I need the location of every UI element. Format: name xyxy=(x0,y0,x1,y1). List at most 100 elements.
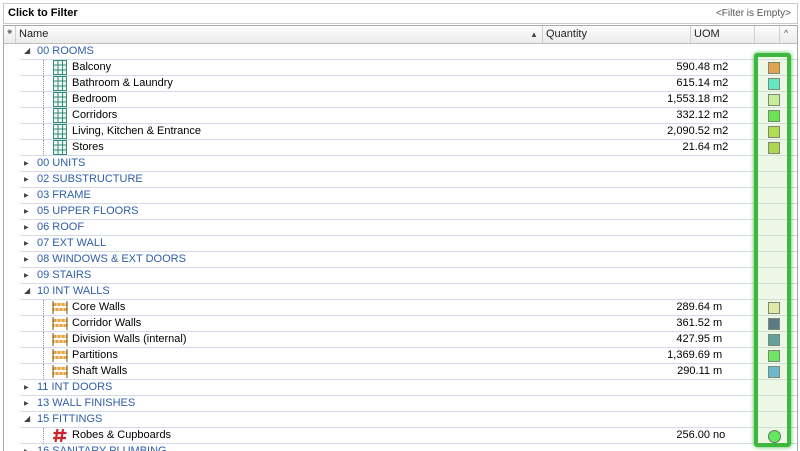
group-row[interactable]: ▶ 11 INT DOORS xyxy=(4,380,797,396)
column-header-uom[interactable]: UOM xyxy=(691,26,755,43)
group-label[interactable]: 03 FRAME xyxy=(37,189,91,201)
group-row[interactable]: ◢ 10 INT WALLS xyxy=(4,284,797,300)
quantity-cell: 615.14 xyxy=(676,77,710,89)
item-label[interactable]: Stores xyxy=(72,141,104,153)
group-row[interactable]: ◢ 15 FITTINGS xyxy=(4,412,797,428)
color-swatch[interactable] xyxy=(768,94,780,106)
table-row[interactable]: Stores 21.64 m2 xyxy=(4,140,797,156)
color-swatch[interactable] xyxy=(768,350,780,362)
grid-icon xyxy=(52,76,68,91)
group-row[interactable]: ▶ 13 WALL FINISHES xyxy=(4,396,797,412)
expand-arrow-open-icon[interactable]: ◢ xyxy=(24,46,30,55)
item-label[interactable]: Robes & Cupboards xyxy=(72,429,171,441)
hash-icon xyxy=(52,428,68,443)
color-swatch[interactable] xyxy=(768,318,780,330)
group-label[interactable]: 08 WINDOWS & EXT DOORS xyxy=(37,253,186,265)
group-label[interactable]: 09 STAIRS xyxy=(37,269,91,281)
table-row[interactable]: Core Walls 289.64 m xyxy=(4,300,797,316)
table-row[interactable]: Shaft Walls 290.11 m xyxy=(4,364,797,380)
group-row[interactable]: ▶ 03 FRAME xyxy=(4,188,797,204)
item-label[interactable]: Corridors xyxy=(72,109,117,121)
wall-icon xyxy=(52,332,68,347)
color-swatch[interactable] xyxy=(768,126,780,138)
table-row[interactable]: Division Walls (internal) 427.95 m xyxy=(4,332,797,348)
expand-arrow-closed-icon[interactable]: ▶ xyxy=(24,272,29,279)
expand-arrow-closed-icon[interactable]: ▶ xyxy=(24,160,29,167)
group-label[interactable]: 05 UPPER FLOORS xyxy=(37,205,138,217)
expand-arrow-closed-icon[interactable]: ▶ xyxy=(24,176,29,183)
table-row[interactable]: Balcony 590.48 m2 xyxy=(4,60,797,76)
expand-arrow-closed-icon[interactable]: ▶ xyxy=(24,240,29,247)
table-row[interactable]: Corridors 332.12 m2 xyxy=(4,108,797,124)
expand-arrow-closed-icon[interactable]: ▶ xyxy=(24,208,29,215)
quantity-cell: 1,553.18 xyxy=(667,93,710,105)
uom-cell: m xyxy=(713,365,723,377)
table-row[interactable]: Robes & Cupboards 256.00 no xyxy=(4,428,797,444)
column-header-color[interactable] xyxy=(755,26,780,43)
group-row[interactable]: ▶ 06 ROOF xyxy=(4,220,797,236)
group-label[interactable]: 11 INT DOORS xyxy=(37,381,112,393)
expand-arrow-closed-icon[interactable]: ▶ xyxy=(24,224,29,231)
expand-arrow-open-icon[interactable]: ◢ xyxy=(24,414,30,423)
tree-connector xyxy=(43,76,44,92)
tree-connector xyxy=(43,108,44,124)
item-label[interactable]: Shaft Walls xyxy=(72,365,127,377)
table-row[interactable]: Corridor Walls 361.52 m xyxy=(4,316,797,332)
group-row[interactable]: ▶ 00 UNITS xyxy=(4,156,797,172)
scroll-up-icon[interactable]: ^ xyxy=(784,28,788,38)
quantity-cell: 361.52 xyxy=(676,317,710,329)
table-row[interactable]: Bedroom 1,553.18 m2 xyxy=(4,92,797,108)
group-row[interactable]: ▶ 05 UPPER FLOORS xyxy=(4,204,797,220)
group-row[interactable]: ◢ 00 ROOMS xyxy=(4,44,797,60)
group-label[interactable]: 15 FITTINGS xyxy=(37,413,102,425)
color-swatch[interactable] xyxy=(768,62,780,74)
group-row[interactable]: ▶ 09 STAIRS xyxy=(4,268,797,284)
item-label[interactable]: Core Walls xyxy=(72,301,125,313)
group-row[interactable]: ▶ 07 EXT WALL xyxy=(4,236,797,252)
quantity-cell: 289.64 xyxy=(676,301,710,313)
item-label[interactable]: Division Walls (internal) xyxy=(72,333,187,345)
item-label[interactable]: Living, Kitchen & Entrance xyxy=(72,125,201,137)
item-label[interactable]: Partitions xyxy=(72,349,118,361)
color-swatch[interactable] xyxy=(768,302,780,314)
item-label[interactable]: Bathroom & Laundry xyxy=(72,77,173,89)
group-label[interactable]: 16 SANITARY PLUMBING xyxy=(37,445,167,451)
color-swatch[interactable] xyxy=(768,142,780,154)
color-swatch[interactable] xyxy=(768,366,780,378)
item-label[interactable]: Balcony xyxy=(72,61,111,73)
column-header-quantity[interactable]: Quantity xyxy=(543,26,691,43)
item-label[interactable]: Bedroom xyxy=(72,93,117,105)
color-swatch[interactable] xyxy=(768,334,780,346)
expand-arrow-closed-icon[interactable]: ▶ xyxy=(24,384,29,391)
group-row[interactable]: ▶ 08 WINDOWS & EXT DOORS xyxy=(4,252,797,268)
group-label[interactable]: 10 INT WALLS xyxy=(37,285,110,297)
column-chooser-icon[interactable]: ⁕ xyxy=(4,26,16,43)
quantity-grid: ⁕ Name ▲ Quantity UOM ^ ◢ 00 ROOMS Balcony… xyxy=(3,25,798,451)
wall-icon xyxy=(52,300,68,315)
group-label[interactable]: 02 SUBSTRUCTURE xyxy=(37,173,143,185)
column-header-name[interactable]: Name xyxy=(16,26,543,43)
expand-arrow-closed-icon[interactable]: ▶ xyxy=(24,192,29,199)
expand-arrow-open-icon[interactable]: ◢ xyxy=(24,286,30,295)
color-circle[interactable] xyxy=(768,430,781,443)
group-label[interactable]: 06 ROOF xyxy=(37,221,84,233)
table-row[interactable]: Partitions 1,369.69 m xyxy=(4,348,797,364)
uom-cell: m xyxy=(713,349,723,361)
color-swatch[interactable] xyxy=(768,110,780,122)
uom-cell: m xyxy=(713,317,723,329)
group-label[interactable]: 13 WALL FINISHES xyxy=(37,397,135,409)
color-swatch[interactable] xyxy=(768,78,780,90)
expand-arrow-closed-icon[interactable]: ▶ xyxy=(24,400,29,407)
filter-title[interactable]: Click to Filter xyxy=(8,7,78,19)
filter-bar[interactable]: Click to Filter <Filter is Empty> xyxy=(3,3,798,24)
table-row[interactable]: Bathroom & Laundry 615.14 m2 xyxy=(4,76,797,92)
group-label[interactable]: 07 EXT WALL xyxy=(37,237,106,249)
expand-arrow-closed-icon[interactable]: ▶ xyxy=(24,256,29,263)
group-label[interactable]: 00 UNITS xyxy=(37,157,85,169)
group-label[interactable]: 00 ROOMS xyxy=(37,45,94,57)
item-label[interactable]: Corridor Walls xyxy=(72,317,141,329)
tree-connector xyxy=(43,300,44,316)
group-row[interactable]: ▶ 02 SUBSTRUCTURE xyxy=(4,172,797,188)
grid-header: ⁕ Name ▲ Quantity UOM ^ xyxy=(4,26,797,44)
table-row[interactable]: Living, Kitchen & Entrance 2,090.52 m2 xyxy=(4,124,797,140)
